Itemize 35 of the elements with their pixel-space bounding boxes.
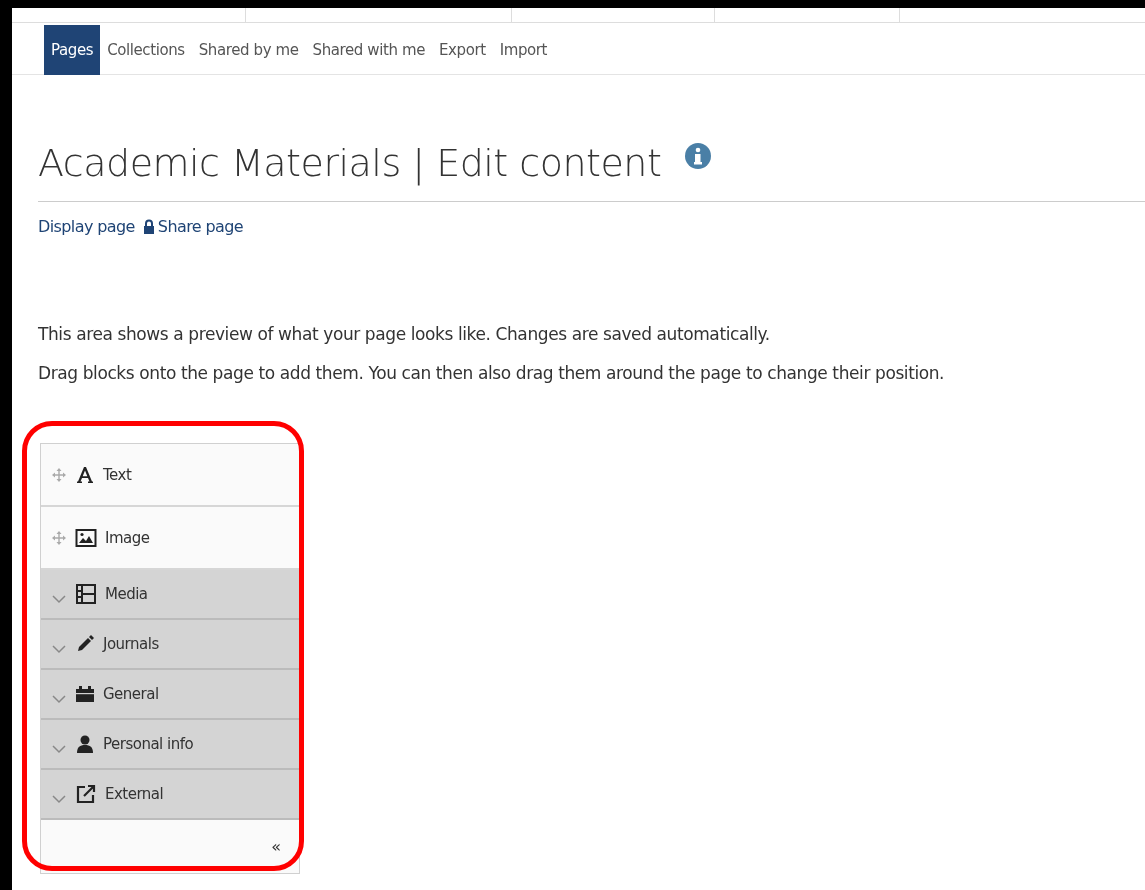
lock-icon	[142, 218, 155, 234]
block-category[interactable]: External	[41, 770, 299, 820]
block-label: Media	[105, 585, 148, 603]
nav-tab[interactable]: Collections	[100, 25, 192, 75]
person-icon	[75, 734, 95, 754]
help-text: This area shows a preview of what your page looks like. Changes are saved automatically.	[38, 323, 771, 346]
nav-tab[interactable]: Export	[431, 25, 493, 75]
block-label: Image	[105, 528, 150, 547]
pencil-icon	[75, 634, 95, 654]
help-text: Drag blocks onto the page to add them. You can then also drag them around the page to change their position.	[38, 362, 946, 385]
nav-tab[interactable]: Import	[492, 25, 555, 75]
move-icon	[51, 466, 67, 483]
page-link[interactable]: Display page	[38, 216, 135, 236]
nav-tab[interactable]: Pages	[44, 25, 101, 75]
block-category[interactable]: Journals	[41, 620, 299, 670]
film-icon	[75, 583, 97, 605]
block-label: External	[105, 785, 164, 803]
block-label: Text	[103, 465, 132, 484]
nav-tab[interactable]: Shared by me	[191, 25, 306, 75]
move-icon	[51, 529, 67, 546]
page-title: Academic Materials | Edit content	[38, 141, 662, 185]
info-icon[interactable]	[685, 143, 712, 169]
block-category[interactable]: Personal info	[41, 720, 299, 770]
nav-tab[interactable]: Shared with me	[305, 25, 432, 75]
block-label: General	[103, 685, 159, 703]
collapse-button[interactable]: «	[271, 837, 281, 856]
external-link-icon	[75, 783, 97, 805]
block-category[interactable]: Media	[41, 570, 299, 620]
block-label: Journals	[103, 635, 159, 653]
calendar-icon	[75, 684, 95, 704]
image-icon	[75, 527, 97, 548]
block-label: Personal info	[103, 735, 194, 753]
page-link[interactable]: Share page	[142, 216, 244, 236]
block-category[interactable]: General	[41, 670, 299, 720]
letter-icon	[75, 464, 95, 485]
